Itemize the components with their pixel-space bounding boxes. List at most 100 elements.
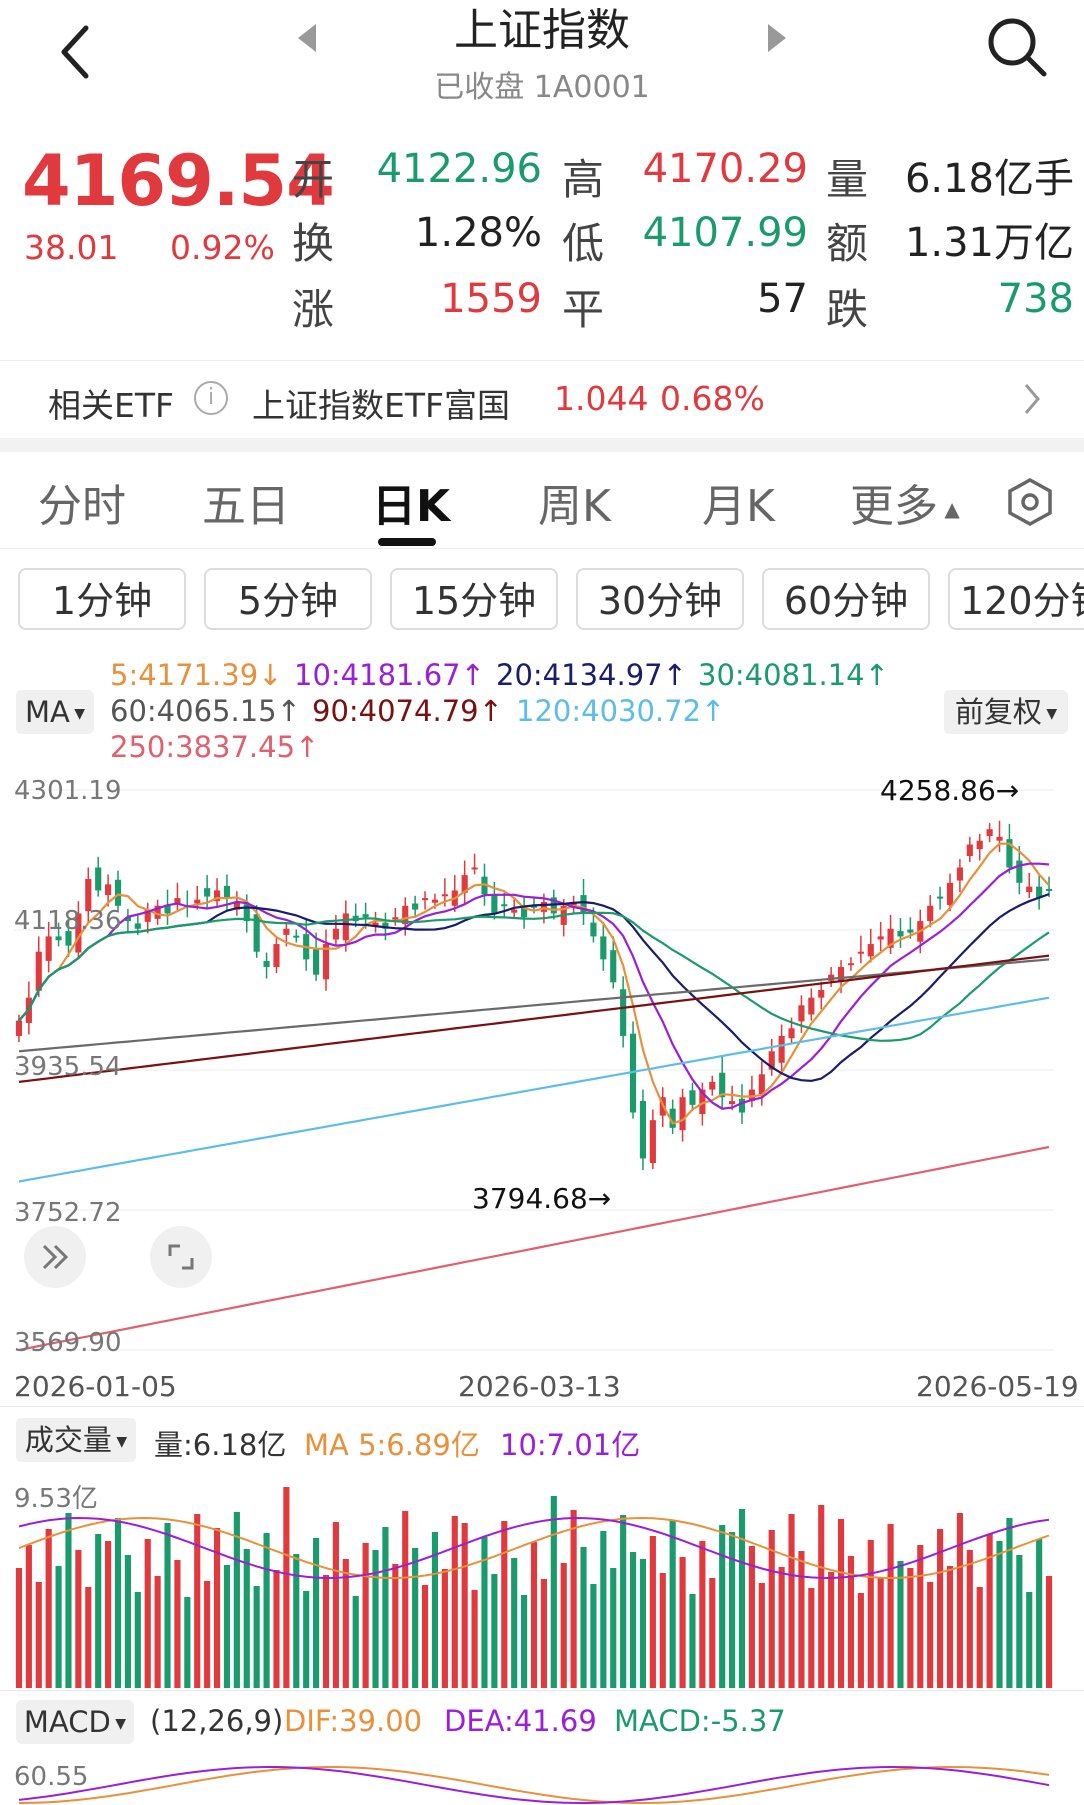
advancers-value: 1559 (440, 276, 542, 322)
ma60-value: 60:4065.15↑ (110, 694, 301, 728)
volume-bar (857, 1593, 864, 1688)
y-axis-label-bottom: 3569.90 (14, 1328, 122, 1358)
volume-bar (283, 1487, 290, 1688)
tab-weekly-k[interactable]: 周K (538, 470, 611, 534)
period-1min[interactable]: 1分钟 (18, 568, 186, 630)
volume-bar (620, 1515, 627, 1688)
volume-bar (887, 1524, 894, 1688)
turnover-label: 换 (292, 219, 335, 268)
candle-body (273, 944, 280, 968)
volume-bar (322, 1575, 330, 1688)
candle-body (649, 1120, 656, 1164)
volume-bar (1026, 1592, 1033, 1688)
volume-bar (966, 1550, 973, 1688)
last-price: 4169.54 (22, 140, 335, 222)
volume-bar (917, 1545, 924, 1688)
candle-body (907, 929, 914, 933)
candle-body (738, 1098, 746, 1113)
search-icon[interactable] (984, 14, 1050, 80)
macd-chart[interactable] (0, 1755, 1084, 1805)
info-icon[interactable]: i (194, 381, 228, 415)
macd-selector[interactable]: MACD ▼ (16, 1700, 134, 1744)
expand-sidebar-button[interactable] (24, 1226, 86, 1288)
unchanged-value: 57 (757, 276, 808, 322)
volume-bar (837, 1519, 845, 1688)
volume-bar (441, 1569, 448, 1688)
tab-more[interactable]: 更多 ▲ (850, 470, 960, 534)
candle-body (501, 904, 508, 907)
macd-dif: DIF:39.00 (284, 1704, 423, 1738)
high-annotation: 4258.86→ (880, 774, 1020, 807)
ma90-value: 90:4074.79↑ (312, 694, 503, 728)
volume-chart[interactable] (0, 1470, 1084, 1690)
volume-bar (124, 1555, 131, 1688)
tab-intraday[interactable]: 分时 (38, 470, 126, 534)
caret-up-icon: ▲ (938, 497, 960, 521)
volume-bar (174, 1560, 181, 1688)
candle-body (392, 917, 399, 920)
fullscreen-button[interactable] (150, 1226, 212, 1288)
tab-divider (0, 548, 1084, 549)
candle-body (471, 867, 478, 870)
top-bar: 上证指数 已收盘 1A0001 (0, 0, 1084, 110)
volume-bar (263, 1533, 270, 1688)
candle-body (194, 899, 201, 904)
caret-down-icon: ▼ (111, 1434, 128, 1450)
volume-bar (392, 1564, 399, 1688)
tab-five-day[interactable]: 五日 (202, 470, 290, 534)
next-index-icon[interactable] (768, 24, 786, 52)
related-etf-row[interactable]: 相关ETF i 上证指数ETF富国 1.044 0.68% (0, 360, 1084, 439)
page-title: 上证指数 (454, 5, 630, 56)
volume-bar (412, 1548, 419, 1688)
volume-value: 量:6.18亿 (154, 1428, 287, 1462)
candle-body (412, 903, 419, 910)
macd-dif-line (18, 1765, 1050, 1805)
low-label: 低 (562, 219, 605, 268)
candle-body (818, 990, 825, 998)
candle-body (709, 1081, 716, 1090)
period-60min[interactable]: 60分钟 (762, 568, 930, 630)
ma30-line (18, 911, 1050, 1042)
period-5min[interactable]: 5分钟 (204, 568, 372, 630)
volume-bar (55, 1566, 62, 1688)
chart-divider (0, 1690, 1084, 1691)
ma-selector-label: MA (24, 695, 70, 729)
candle-body (798, 1005, 805, 1022)
volume-bar (946, 1566, 954, 1688)
volume-bar (530, 1542, 538, 1688)
low-value: 4107.99 (642, 210, 808, 256)
candle-body (689, 1090, 696, 1105)
adjust-selector[interactable]: 前复权 ▼ (944, 690, 1068, 734)
candle-body (45, 936, 52, 961)
x-axis-label-start: 2026-01-05 (14, 1370, 177, 1403)
tab-daily-k[interactable]: 日K (372, 470, 450, 534)
decliners-value: 738 (997, 276, 1074, 322)
price-change-pct: 0.92% (170, 228, 275, 267)
ma5-value: 5:4171.39↓ (110, 658, 283, 692)
candle-body (95, 867, 102, 891)
ma-selector[interactable]: MA ▼ (16, 690, 94, 734)
volume-ma5: MA 5:6.89亿 (304, 1428, 480, 1462)
volume-bar (719, 1525, 726, 1688)
settings-hex-icon[interactable] (1004, 476, 1056, 528)
volume-bar (521, 1595, 528, 1688)
tab-monthly-k[interactable]: 月K (702, 470, 775, 534)
macd-dea: DEA:41.69 (444, 1704, 597, 1738)
candle-body (1016, 860, 1023, 883)
volume-bar (402, 1511, 409, 1688)
volume-bar (699, 1541, 706, 1688)
volume-bar (273, 1570, 280, 1688)
volume-bar (15, 1568, 23, 1688)
ma120-line (18, 996, 1050, 1183)
candle-body (639, 1101, 647, 1159)
period-15min[interactable]: 15分钟 (390, 568, 558, 630)
period-120min[interactable]: 120分钟 (948, 568, 1084, 630)
volume-bar (639, 1559, 647, 1688)
open-value: 4122.96 (376, 146, 542, 192)
volume-selector[interactable]: 成交量 ▼ (16, 1418, 136, 1462)
period-30min[interactable]: 30分钟 (576, 568, 744, 630)
candle-body (729, 1101, 736, 1105)
volume-bar (689, 1594, 696, 1688)
y-axis-label-2: 4118.36 (14, 906, 122, 936)
volume-bar (560, 1563, 567, 1688)
